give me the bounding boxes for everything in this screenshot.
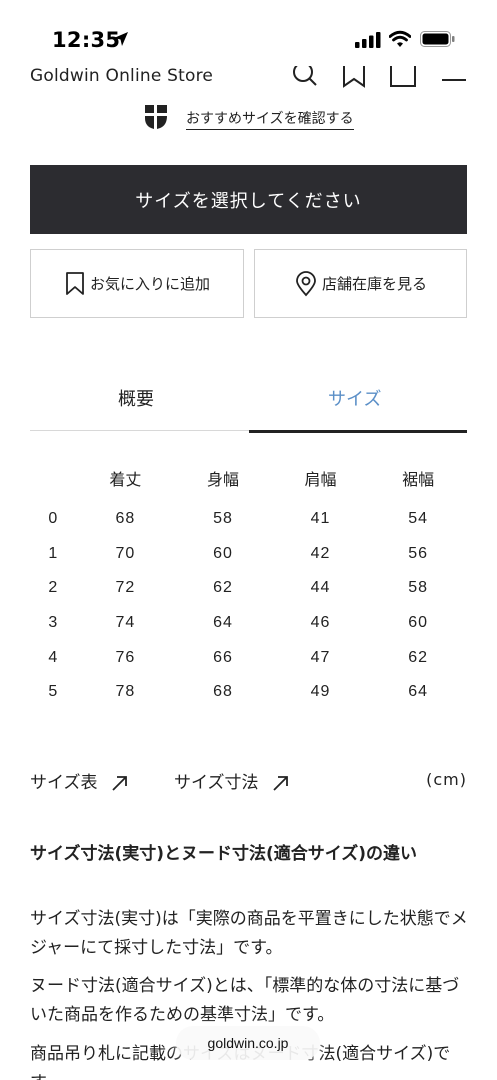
table-cell: 74 [115,614,136,632]
table-cell: 58 [408,579,429,597]
table-header-cell: 肩幅 [304,470,337,489]
tab-active-indicator [249,430,467,433]
unit-label: (cm) [426,770,467,789]
description-paragraph: ヌード寸法(適合サイズ)とは、「標準的な体の寸法に基づいた商品を作るための基準寸… [30,976,460,1025]
table-cell: 62 [408,648,429,666]
size-links-row: サイズ表 サイズ寸法 (cm) [30,768,467,796]
browser-url-bar[interactable]: goldwin.co.jp [176,1026,320,1060]
size-label-cell: 1 [48,544,59,562]
location-pin-icon [296,270,316,296]
wifi-icon [388,30,412,52]
cellular-signal-icon [355,32,381,52]
table-cell: 62 [213,579,233,597]
table-row: 3 74 64 46 60 [30,606,467,641]
table-row: 1 70 60 42 56 [30,537,467,572]
size-label-cell: 5 [48,683,59,701]
site-header: Goldwin Online Store [0,62,497,92]
recommend-size-link[interactable]: おすすめサイズを確認する [186,108,354,130]
table-row: 2 72 62 44 58 [30,571,467,606]
size-difference-heading: サイズ寸法(実寸)とヌード寸法(適合サイズ)の違い [30,844,418,864]
table-header-cell: 着丈 [109,470,142,489]
bookmark-icon[interactable] [342,66,366,92]
table-cell: 58 [213,510,233,528]
table-cell: 47 [310,648,331,666]
bookmark-icon [66,271,84,295]
tab-divider [30,430,249,431]
select-size-button[interactable]: サイズを選択してください [30,165,467,234]
size-dimensions-label: サイズ寸法 [174,773,259,793]
size-label-cell: 4 [48,648,59,666]
table-header-cell: 身幅 [206,470,239,489]
table-cell: 49 [310,683,331,701]
table-cell: 60 [408,614,429,632]
table-cell: 68 [213,683,233,701]
bag-icon[interactable] [390,66,416,92]
store-stock-button[interactable]: 店舗在庫を見る [254,249,467,318]
table-cell: 76 [115,648,136,666]
status-time: 12:35 [52,28,121,52]
table-cell: 41 [310,510,331,528]
table-cell: 44 [310,579,331,597]
table-cell: 46 [310,614,331,632]
size-chart-link[interactable]: サイズ表 [30,768,129,793]
add-favorite-label: お気に入りに追加 [89,275,210,293]
description-paragraph: サイズ寸法(実寸)は「実際の商品を平置きにした状態でメジャーにて採寸した寸法」で… [30,909,468,958]
tab-size[interactable]: サイズ [328,385,381,411]
menu-icon[interactable] [442,66,466,92]
size-finder-logo-icon [142,104,170,134]
table-header-row: 着丈 身幅 肩幅 裾幅 [30,466,467,502]
size-label-cell: 0 [48,510,59,528]
location-arrow-icon [112,30,130,52]
size-label-cell: 2 [48,579,59,597]
table-cell: 78 [115,683,136,701]
table-row: 4 76 66 47 62 [30,640,467,675]
table-cell: 72 [115,579,136,597]
size-table: 着丈 身幅 肩幅 裾幅 0 68 58 41 54 1 70 60 42 56 … [30,466,467,710]
table-header-cell [30,466,77,502]
store-stock-label: 店舗在庫を見る [321,275,427,293]
search-icon[interactable] [292,62,318,92]
size-label-cell: 3 [48,614,59,632]
status-bar: 12:35 [0,0,497,70]
table-cell: 68 [115,510,136,528]
table-cell: 42 [310,544,331,562]
table-cell: 70 [115,544,136,562]
table-cell: 54 [408,510,429,528]
table-cell: 66 [213,648,233,666]
table-header-cell: 裾幅 [402,470,435,489]
table-cell: 56 [408,544,429,562]
tab-overview[interactable]: 概要 [118,385,154,411]
table-cell: 64 [213,614,233,632]
external-arrow-icon [273,776,288,791]
table-row: 0 68 58 41 54 [30,502,467,537]
size-chart-label: サイズ表 [30,773,98,793]
table-row: 5 78 68 49 64 [30,675,467,710]
battery-icon [420,31,456,51]
external-arrow-icon [112,776,127,791]
table-cell: 60 [213,544,233,562]
size-dimensions-link[interactable]: サイズ寸法 [174,768,290,793]
add-favorite-button[interactable]: お気に入りに追加 [30,249,244,318]
table-cell: 64 [408,683,429,701]
store-logo[interactable]: Goldwin Online Store [30,66,213,86]
